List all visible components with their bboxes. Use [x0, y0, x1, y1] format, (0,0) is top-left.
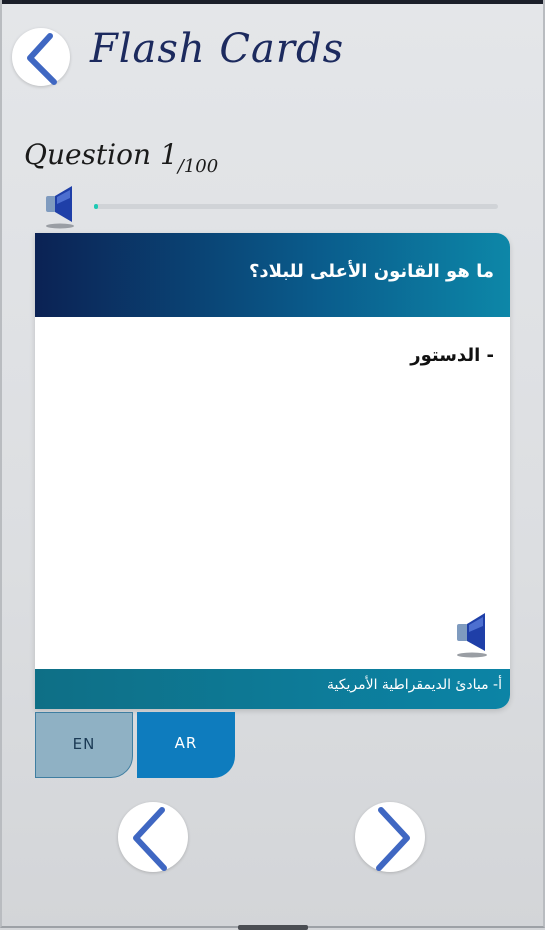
page-title: Flash Cards — [90, 26, 345, 72]
question-counter: Question 1/100 — [24, 138, 218, 177]
speaker-icon[interactable] — [44, 184, 76, 230]
question-total: /100 — [177, 156, 219, 177]
language-en-button[interactable]: EN — [35, 712, 133, 778]
previous-button[interactable] — [118, 802, 188, 872]
chevron-right-icon — [376, 807, 410, 871]
next-button[interactable] — [355, 802, 425, 872]
card-question-header: ما هو القانون الأعلى للبلاد؟ — [35, 233, 510, 317]
language-ar-button[interactable]: AR — [137, 712, 235, 778]
card-answer: - الدستور — [410, 345, 494, 366]
question-current: 1 — [159, 138, 178, 171]
chevron-left-icon — [27, 33, 57, 85]
card-category-bar: أ- مبادئ الديمقراطية الأمريكية — [35, 669, 510, 709]
progress-bar — [94, 204, 498, 209]
question-label: Question — [24, 138, 152, 171]
card-question: ما هو القانون الأعلى للبلاد؟ — [248, 261, 494, 282]
home-indicator — [238, 925, 308, 930]
progress-fill — [94, 204, 98, 209]
card-category: أ- مبادئ الديمقراطية الأمريكية — [327, 677, 502, 693]
back-button[interactable] — [12, 28, 70, 86]
chevron-left-icon — [133, 807, 167, 871]
speaker-icon[interactable] — [455, 611, 489, 659]
flash-card[interactable]: ما هو القانون الأعلى للبلاد؟ - الدستور أ… — [35, 233, 510, 709]
